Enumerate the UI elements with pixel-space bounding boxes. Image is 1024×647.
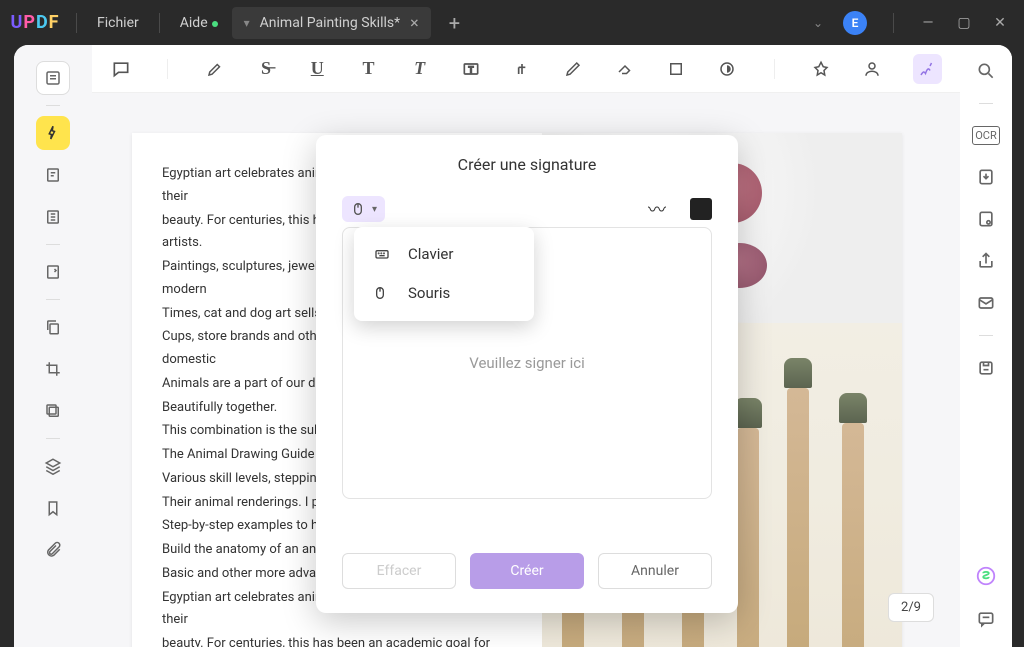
pencil-icon[interactable] bbox=[563, 58, 584, 80]
mouse-icon bbox=[350, 201, 366, 217]
new-tab-button[interactable]: + bbox=[449, 11, 460, 35]
eraser-icon[interactable] bbox=[614, 58, 635, 80]
user-avatar[interactable]: E bbox=[843, 11, 867, 35]
color-swatch[interactable] bbox=[690, 198, 712, 220]
input-method-dropdown: Clavier Souris bbox=[354, 227, 534, 321]
menu-file[interactable]: Fichier bbox=[83, 15, 153, 31]
stroke-style-icon[interactable]: 〰 bbox=[648, 196, 666, 222]
edit-page-icon[interactable] bbox=[36, 158, 70, 192]
attachment-icon[interactable] bbox=[36, 533, 70, 567]
page-indicator[interactable]: 2/9 bbox=[888, 593, 934, 622]
right-sidebar: OCR bbox=[960, 45, 1012, 647]
maximize-button[interactable]: ▢ bbox=[956, 15, 972, 31]
tab-title: Animal Painting Skills* bbox=[260, 15, 400, 31]
tab-close-icon[interactable]: × bbox=[410, 13, 419, 32]
duplicate-icon[interactable] bbox=[36, 394, 70, 428]
svg-text:T: T bbox=[468, 65, 473, 75]
annotation-toolbar: S̶ U T T T bbox=[92, 45, 960, 93]
crop-icon[interactable] bbox=[36, 352, 70, 386]
textbox-icon[interactable]: T bbox=[460, 58, 481, 80]
option-keyboard[interactable]: Clavier bbox=[354, 235, 534, 273]
caret-down-icon: ▾ bbox=[372, 204, 377, 215]
ocr-icon[interactable]: OCR bbox=[972, 126, 1000, 145]
comment-icon[interactable] bbox=[110, 58, 131, 80]
document-tab[interactable]: ▾ Animal Painting Skills* × bbox=[232, 7, 431, 39]
chevron-down-icon[interactable]: ⌄ bbox=[813, 16, 823, 30]
save-icon[interactable] bbox=[976, 358, 996, 378]
app-logo: UPDF bbox=[0, 12, 70, 33]
thumbnails-icon[interactable] bbox=[36, 61, 70, 95]
underline-icon[interactable]: U bbox=[307, 58, 328, 80]
signature-modal: Créer une signature ▾ 〰 Veuillez signer … bbox=[316, 135, 738, 613]
cancel-button[interactable]: Annuler bbox=[598, 553, 712, 589]
menu-help[interactable]: Aide bbox=[166, 15, 222, 31]
copy-icon[interactable] bbox=[36, 310, 70, 344]
layers-icon[interactable] bbox=[36, 449, 70, 483]
search-icon[interactable] bbox=[976, 61, 996, 81]
stamp-icon[interactable] bbox=[716, 58, 737, 80]
titlebar: UPDF Fichier Aide ▾ Animal Painting Skil… bbox=[0, 0, 1024, 45]
convert-icon[interactable] bbox=[976, 167, 996, 187]
mail-icon[interactable] bbox=[976, 293, 996, 313]
workspace: S̶ U T T T OCR Egyptian art celebrates a… bbox=[14, 45, 1012, 647]
text-tool-icon[interactable]: T bbox=[358, 58, 379, 80]
mouse-icon bbox=[372, 283, 394, 303]
person-icon[interactable] bbox=[862, 58, 883, 80]
insert-text-icon[interactable] bbox=[512, 58, 533, 80]
modal-title: Créer une signature bbox=[342, 155, 712, 174]
logo-icon[interactable] bbox=[975, 565, 997, 587]
input-method-selector[interactable]: ▾ bbox=[342, 196, 385, 222]
text-callout-icon[interactable]: T bbox=[409, 58, 430, 80]
left-sidebar bbox=[14, 45, 92, 647]
option-mouse[interactable]: Souris bbox=[354, 273, 534, 313]
keyboard-icon bbox=[372, 246, 394, 262]
bookmark-icon[interactable] bbox=[36, 491, 70, 525]
shape-icon[interactable] bbox=[665, 58, 686, 80]
close-button[interactable]: ✕ bbox=[992, 15, 1008, 31]
highlighter-icon[interactable] bbox=[36, 116, 70, 150]
clear-button[interactable]: Effacer bbox=[342, 553, 456, 589]
chat-icon[interactable] bbox=[976, 609, 996, 629]
create-button[interactable]: Créer bbox=[470, 553, 584, 589]
pin-icon[interactable] bbox=[811, 58, 832, 80]
highlight-tool-icon[interactable] bbox=[204, 58, 225, 80]
lock-icon[interactable] bbox=[976, 209, 996, 229]
form-icon[interactable] bbox=[36, 255, 70, 289]
minimize-button[interactable]: — bbox=[920, 15, 936, 31]
strikethrough-icon[interactable]: S̶ bbox=[255, 58, 276, 80]
tab-dropdown-icon[interactable]: ▾ bbox=[244, 16, 250, 30]
share-icon[interactable] bbox=[976, 251, 996, 271]
pages-icon[interactable] bbox=[36, 200, 70, 234]
signature-tool-icon[interactable] bbox=[913, 54, 942, 84]
